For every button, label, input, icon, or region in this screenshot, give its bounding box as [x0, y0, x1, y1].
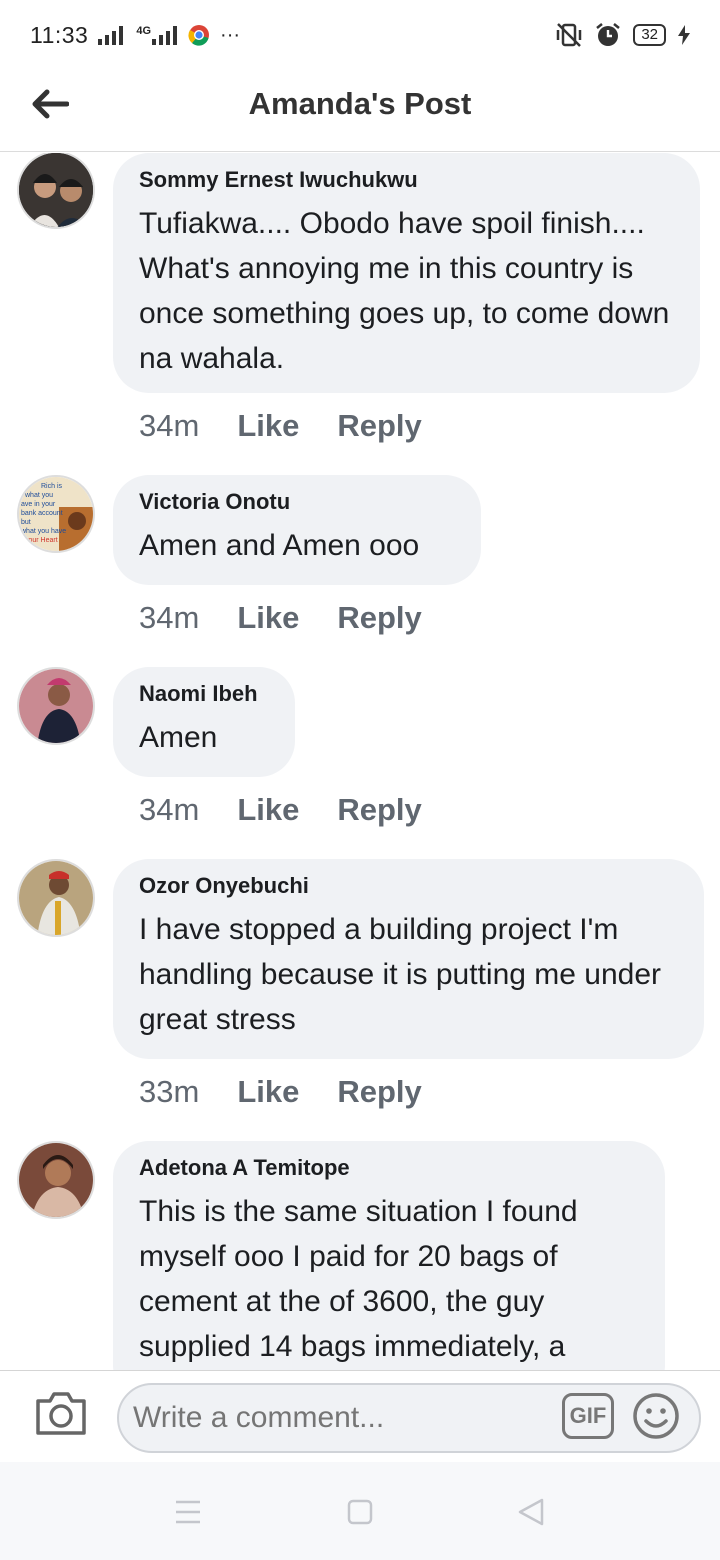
avatar-image — [19, 153, 93, 227]
avatar-text-line: Rich is — [41, 483, 63, 490]
comment-actions: 34m Like Reply — [139, 600, 422, 636]
status-time: 11:33 — [30, 21, 89, 48]
page-title: Amanda's Post — [248, 86, 472, 121]
avatar[interactable] — [17, 1141, 95, 1219]
comment-time[interactable]: 34m — [139, 408, 199, 444]
network-indicator: 4G — [136, 25, 178, 45]
comment-bubble[interactable]: Adetona A Temitope This is the same situ… — [113, 1141, 665, 1370]
menu-icon — [176, 1500, 200, 1524]
camera-icon — [36, 1392, 86, 1435]
avatar[interactable] — [17, 153, 95, 229]
comment-text: Amen — [139, 721, 218, 754]
comment-actions: 34m Like Reply — [139, 792, 422, 828]
signal-4g-icon — [152, 26, 178, 45]
like-button[interactable]: Like — [237, 600, 299, 636]
reply-button[interactable]: Reply — [337, 408, 421, 444]
avatar-image: Rich is what you ave in your bank accoun… — [19, 477, 93, 551]
comment-author[interactable]: Ozor Onyebuchi — [139, 873, 678, 899]
comment-actions: 34m Like Reply — [139, 408, 422, 444]
comment-time[interactable]: 33m — [139, 1074, 199, 1110]
comment-author[interactable]: Sommy Ernest Iwuchukwu — [139, 167, 674, 193]
comment-text: Tufiakwa.... Obodo have spoil finish....… — [139, 207, 670, 375]
reply-button[interactable]: Reply — [337, 792, 421, 828]
avatar-text-line: what you have — [20, 528, 66, 535]
comment-text: I have stopped a building project I'm ha… — [139, 913, 662, 1036]
comment-time[interactable]: 34m — [139, 600, 199, 636]
charging-icon — [678, 25, 690, 45]
comment-bubble[interactable]: Naomi Ibeh Amen — [113, 667, 295, 777]
avatar[interactable] — [17, 859, 95, 937]
reply-button[interactable]: Reply — [337, 600, 421, 636]
back-triangle-icon — [518, 1498, 544, 1526]
avatar[interactable]: Rich is what you ave in your bank accoun… — [17, 475, 95, 553]
back-nav-button[interactable] — [512, 1494, 552, 1530]
comment-text: Amen and Amen ooo — [139, 529, 420, 562]
status-bar: 11:33 4G ··· 32 — [0, 0, 720, 70]
signal-icon — [98, 26, 124, 45]
avatar-text-line: what you — [24, 492, 53, 499]
more-notifications: ··· — [220, 23, 241, 46]
like-button[interactable]: Like — [237, 792, 299, 828]
avatar-image — [19, 1143, 93, 1217]
comment-bubble[interactable]: Sommy Ernest Iwuchukwu Tufiakwa.... Obod… — [113, 153, 700, 393]
battery-level: 32 — [633, 24, 666, 46]
avatar-text-line: bank account — [21, 510, 63, 517]
post-header: Amanda's Post — [0, 70, 720, 152]
comment-bubble[interactable]: Victoria Onotu Amen and Amen ooo — [113, 475, 481, 585]
comment-actions: 33m Like Reply — [139, 1074, 422, 1110]
comment-text: This is the same situation I found mysel… — [139, 1195, 578, 1363]
comments-list[interactable]: Sommy Ernest Iwuchukwu Tufiakwa.... Obod… — [0, 153, 720, 1370]
camera-button[interactable] — [34, 1389, 88, 1439]
avatar[interactable] — [17, 667, 95, 745]
comment-composer: GIF — [0, 1370, 720, 1462]
comment-time[interactable]: 34m — [139, 792, 199, 828]
emoji-icon — [633, 1393, 679, 1439]
vibrate-muted-icon — [557, 23, 582, 47]
emoji-button[interactable] — [631, 1391, 681, 1441]
gif-button[interactable]: GIF — [562, 1393, 614, 1439]
like-button[interactable]: Like — [237, 408, 299, 444]
comment-author[interactable]: Adetona A Temitope — [139, 1155, 639, 1181]
comment-author[interactable]: Naomi Ibeh — [139, 681, 269, 707]
system-nav-bar — [0, 1462, 720, 1560]
avatar-text-line: ave in your — [21, 501, 56, 508]
avatar-image — [19, 861, 93, 935]
alarm-icon — [596, 23, 621, 46]
comment-bubble[interactable]: Ozor Onyebuchi I have stopped a building… — [113, 859, 704, 1059]
network-label: 4G — [136, 25, 152, 37]
avatar-text-line: your Heart — [25, 537, 58, 544]
home-square-icon — [347, 1499, 373, 1525]
comment-author[interactable]: Victoria Onotu — [139, 489, 455, 515]
menu-nav-button[interactable] — [168, 1494, 208, 1530]
avatar-image — [19, 669, 93, 743]
chrome-icon — [188, 25, 210, 46]
home-nav-button[interactable] — [340, 1494, 380, 1530]
like-button[interactable]: Like — [237, 1074, 299, 1110]
avatar-text-line: but — [21, 519, 31, 526]
reply-button[interactable]: Reply — [337, 1074, 421, 1110]
